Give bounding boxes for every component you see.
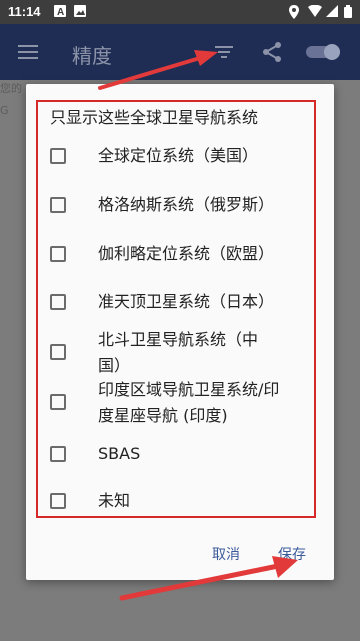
checkbox[interactable] bbox=[50, 294, 66, 310]
checkbox[interactable] bbox=[50, 197, 66, 213]
cancel-button[interactable]: 取消 bbox=[212, 544, 240, 564]
signal-icon bbox=[326, 5, 338, 21]
option-label: 伽利略定位系统（欧盟） bbox=[98, 244, 275, 263]
option-label: 未知 bbox=[98, 491, 131, 510]
svg-text:A: A bbox=[57, 7, 64, 17]
option-label: 准天顶卫星系统（日本） bbox=[98, 292, 275, 311]
menu-icon[interactable] bbox=[18, 42, 38, 62]
checkbox[interactable] bbox=[50, 493, 66, 509]
status-bar: 11:14 A bbox=[0, 0, 360, 24]
background-text: 您的 bbox=[0, 82, 22, 95]
option-label: 全球定位系统（美国） bbox=[98, 146, 259, 165]
option-label: SBAS bbox=[98, 444, 141, 463]
checkbox[interactable] bbox=[50, 148, 66, 164]
status-time: 11:14 bbox=[8, 4, 41, 19]
app-bar: 精度 bbox=[0, 24, 360, 80]
location-icon bbox=[288, 5, 300, 23]
checkbox[interactable] bbox=[50, 344, 66, 360]
wifi-icon bbox=[308, 4, 322, 21]
page-title: 精度 bbox=[72, 44, 112, 68]
option-label-line2: 度星座导航 (印度) bbox=[98, 406, 228, 425]
image-icon bbox=[74, 5, 86, 21]
share-icon[interactable] bbox=[260, 40, 284, 64]
battery-icon bbox=[344, 5, 352, 22]
save-button[interactable]: 保存 bbox=[278, 544, 306, 564]
checkbox[interactable] bbox=[50, 446, 66, 462]
option-label-line1: 印度区域导航卫星系统/印 bbox=[98, 380, 280, 399]
gnss-filter-dialog: 只显示这些全球卫星导航系统 全球定位系统（美国） 格洛纳斯系统（俄罗斯） 伽利略… bbox=[26, 84, 334, 580]
checkbox[interactable] bbox=[50, 394, 66, 410]
toggle-switch[interactable] bbox=[306, 44, 342, 60]
background-text-2: G bbox=[0, 104, 9, 117]
dialog-title: 只显示这些全球卫星导航系统 bbox=[50, 108, 259, 127]
option-label: 格洛纳斯系统（俄罗斯） bbox=[98, 195, 275, 214]
option-label-line1: 北斗卫星导航系统（中 bbox=[98, 330, 259, 349]
filter-icon[interactable] bbox=[212, 40, 236, 64]
option-label-line2: 国） bbox=[98, 356, 131, 375]
checkbox[interactable] bbox=[50, 246, 66, 262]
notification-a-icon: A bbox=[54, 5, 66, 21]
